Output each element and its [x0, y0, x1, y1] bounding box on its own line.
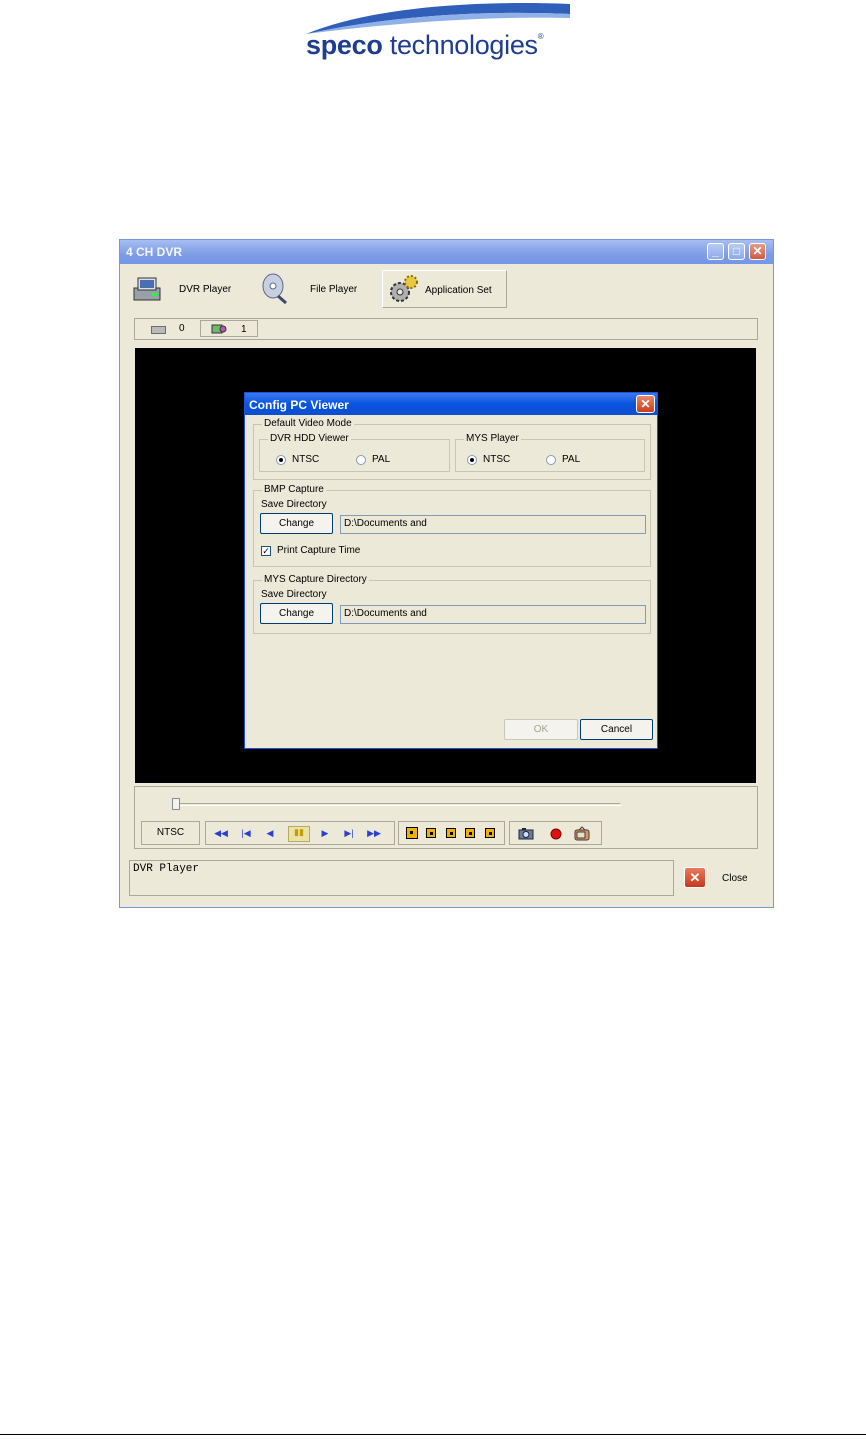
mys-capture-directory-group: MYS Capture Directory Save Directory Cha… [253, 574, 651, 634]
seek-slider-track[interactable] [172, 803, 621, 806]
cancel-button[interactable]: Cancel [580, 719, 653, 740]
dvr-player-icon [133, 277, 161, 301]
dialog-close-button[interactable]: ✕ [636, 395, 655, 413]
play-button[interactable]: ▶ [318, 828, 332, 839]
pause-button[interactable]: ▮▮ [288, 826, 310, 842]
bmp-capture-legend: BMP Capture [262, 484, 326, 495]
mys-player-legend: MYS Player [464, 433, 521, 444]
file-counter[interactable]: 1 [200, 320, 258, 337]
mys-player-group: MYS Player NTSC PAL [455, 433, 645, 472]
mys-change-button[interactable]: Change [260, 603, 333, 624]
tab-application-set[interactable]: Application Set [382, 270, 507, 308]
bmp-change-button[interactable]: Change [260, 513, 333, 534]
tv-icon[interactable] [574, 826, 590, 841]
layout-controls [398, 821, 505, 845]
camera-icon[interactable] [518, 827, 534, 840]
video-mode-button[interactable]: NTSC [141, 821, 200, 845]
quad-layout-icon[interactable] [406, 827, 418, 839]
counter-strip: 0 1 [134, 318, 758, 340]
previous-button[interactable]: |◀ [239, 828, 253, 839]
logo-swoosh [306, 3, 570, 34]
hdd-count: 0 [179, 323, 185, 334]
file-count: 1 [241, 324, 247, 335]
print-capture-time-checkbox[interactable]: ✓ [261, 546, 271, 556]
print-capture-time-label: Print Capture Time [277, 545, 361, 556]
dvr-app-window: 4 CH DVR _ □ ✕ DVR Player File Player Ap… [119, 239, 774, 908]
mys-capture-directory-legend: MYS Capture Directory [262, 574, 369, 585]
bmp-capture-group: BMP Capture Save Directory Change D:\Doc… [253, 484, 651, 567]
bmp-save-directory-label: Save Directory [261, 499, 327, 510]
maximize-button[interactable]: □ [728, 243, 745, 260]
app-close-label[interactable]: Close [722, 873, 748, 884]
playback-controls: ◀◀ |◀ ◀ ▮▮ ▶ ▶| ▶▶ [205, 821, 395, 845]
record-icon[interactable] [550, 828, 562, 840]
page-bottom-rule [0, 1434, 866, 1435]
tab-file-player-label: File Player [310, 284, 358, 295]
tab-dvr-player-label: DVR Player [179, 284, 232, 295]
speco-logo: speco technologies® [300, 0, 580, 66]
mys-pal-label: PAL [562, 454, 581, 465]
app-close-icon[interactable]: ✕ [684, 867, 706, 888]
close-icon: ✕ [640, 397, 651, 411]
channel-4-layout-icon[interactable] [485, 828, 495, 838]
channel-1-layout-icon[interactable] [426, 828, 436, 838]
video-mode-label: NTSC [156, 827, 185, 838]
minimize-icon: _ [712, 244, 719, 258]
default-video-mode-legend: Default Video Mode [262, 418, 354, 429]
fast-forward-button[interactable]: ▶▶ [367, 828, 381, 839]
file-player-icon [262, 273, 287, 304]
channel-3-layout-icon[interactable] [465, 828, 475, 838]
seek-slider-thumb[interactable] [172, 798, 180, 810]
mys-ntsc-label: NTSC [483, 454, 511, 465]
minimize-button[interactable]: _ [707, 243, 724, 260]
dvr-hdd-pal-label: PAL [372, 454, 391, 465]
tab-file-player[interactable]: File Player [258, 270, 368, 308]
bmp-directory-field[interactable]: D:\Documents and [340, 515, 646, 534]
status-box: DVR Player [129, 860, 674, 896]
capture-controls [509, 821, 602, 845]
close-icon: ✕ [752, 244, 763, 258]
channel-2-layout-icon[interactable] [446, 828, 456, 838]
player-control-panel: NTSC ◀◀ |◀ ◀ ▮▮ ▶ ▶| ▶▶ [134, 786, 758, 849]
default-video-mode-group: Default Video Mode DVR HDD Viewer NTSC P… [253, 418, 651, 480]
fast-rewind-button[interactable]: ◀◀ [214, 828, 228, 839]
ok-button[interactable]: OK [504, 719, 578, 740]
status-text: DVR Player [133, 863, 200, 875]
dialog-title: Config PC Viewer [249, 398, 349, 412]
dvr-hdd-viewer-group: DVR HDD Viewer NTSC PAL [259, 433, 450, 472]
window-close-button[interactable]: ✕ [749, 243, 766, 260]
dvr-hdd-viewer-legend: DVR HDD Viewer [268, 433, 351, 444]
dvr-hdd-pal-radio[interactable] [356, 455, 366, 465]
tab-dvr-player[interactable]: DVR Player [130, 270, 240, 308]
mys-pal-radio[interactable] [546, 455, 556, 465]
dvr-hdd-ntsc-radio[interactable] [276, 455, 286, 465]
mys-directory-field[interactable]: D:\Documents and [340, 605, 646, 624]
logo-wordmark: speco technologies® [306, 30, 544, 60]
maximize-icon: □ [732, 244, 741, 258]
mys-save-directory-label: Save Directory [261, 589, 327, 600]
window-titlebar[interactable]: 4 CH DVR _ □ ✕ [120, 240, 773, 264]
application-set-gear-icon [390, 275, 418, 302]
config-pc-viewer-dialog: Config PC Viewer ✕ Default Video Mode DV… [244, 392, 658, 749]
mys-ntsc-radio[interactable] [467, 455, 477, 465]
dvr-hdd-ntsc-label: NTSC [292, 454, 320, 465]
dialog-titlebar[interactable]: Config PC Viewer ✕ [245, 393, 657, 415]
next-button[interactable]: ▶| [342, 828, 356, 839]
file-count-icon [211, 324, 227, 334]
step-back-button[interactable]: ◀ [263, 828, 277, 839]
window-title: 4 CH DVR [126, 245, 183, 259]
tab-application-set-label: Application Set [425, 285, 492, 296]
hdd-icon [151, 326, 166, 334]
